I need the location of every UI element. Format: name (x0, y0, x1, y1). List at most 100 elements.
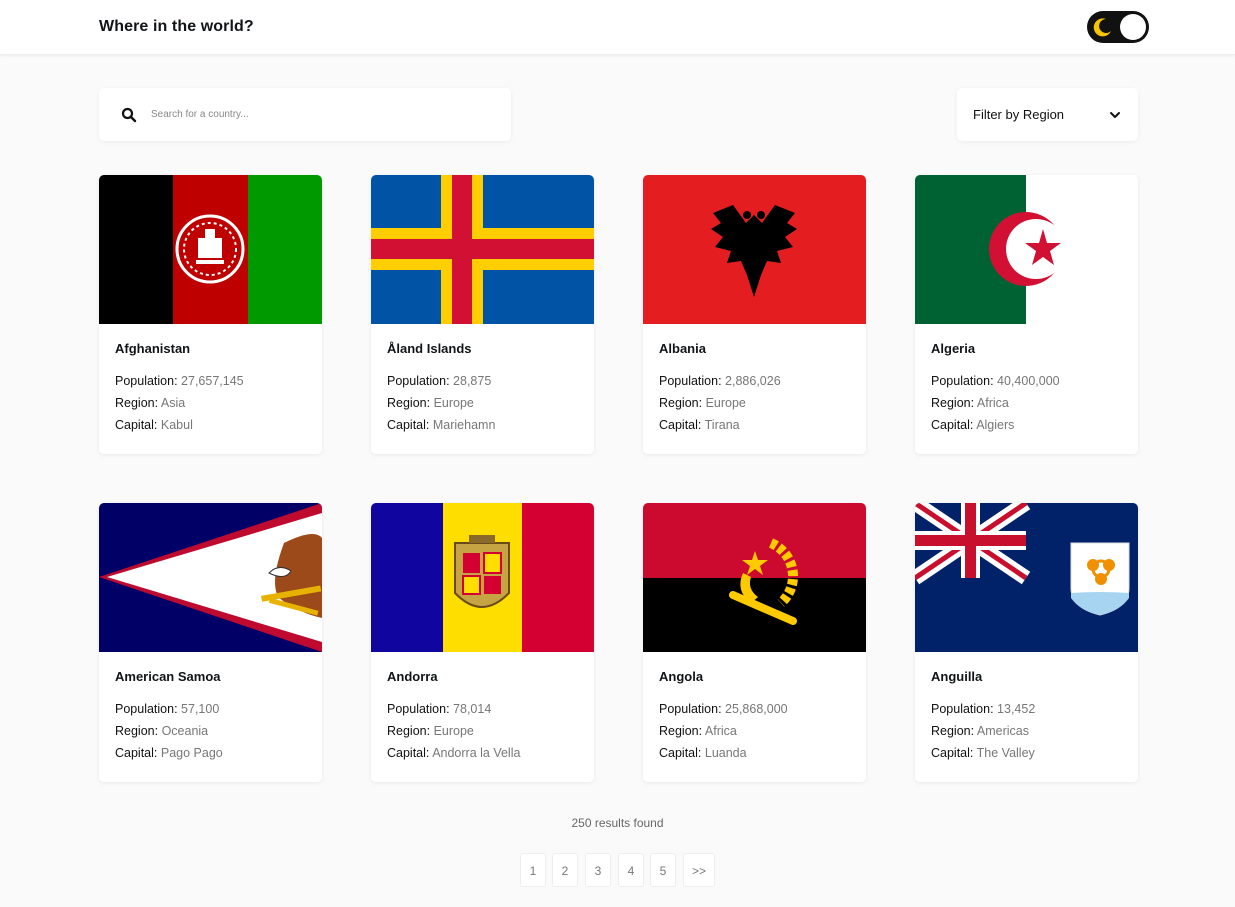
top-bar: Where in the world? (0, 0, 1235, 55)
capital-label: Capital: (931, 746, 974, 760)
capital-label: Capital: (387, 746, 430, 760)
capital-label: Capital: (387, 418, 430, 432)
capital-value: Tirana (704, 418, 740, 432)
region-line: Region: Oceania (115, 724, 208, 738)
country-card-andorra[interactable]: Andorra Population: 78,014 Region: Europ… (371, 503, 594, 782)
capital-value: Andorra la Vella (432, 746, 521, 760)
page-button-1[interactable]: 1 (520, 853, 546, 887)
capital-label: Capital: (115, 746, 158, 760)
capital-label: Capital: (659, 746, 702, 760)
capital-label: Capital: (115, 418, 158, 432)
country-name: Andorra (387, 669, 438, 684)
population-label: Population: (931, 374, 994, 388)
population-label: Population: (931, 702, 994, 716)
population-line: Population: 28,875 (387, 374, 491, 388)
capital-line: Capital: Algiers (931, 418, 1014, 432)
flag-image-algeria (915, 175, 1138, 324)
population-line: Population: 57,100 (115, 702, 219, 716)
search-box[interactable] (99, 88, 511, 141)
capital-line: Capital: Mariehamn (387, 418, 495, 432)
country-name: Angola (659, 669, 704, 684)
region-label: Region: (387, 396, 431, 410)
page-button-3[interactable]: 3 (585, 853, 611, 887)
capital-line: Capital: The Valley (931, 746, 1035, 760)
population-value: 40,400,000 (997, 374, 1060, 388)
region-line: Region: Africa (931, 396, 1009, 410)
region-label: Region: (659, 396, 703, 410)
region-value: Oceania (161, 724, 209, 738)
region-value: Asia (160, 396, 186, 410)
population-value: 27,657,145 (181, 374, 244, 388)
capital-value: Algiers (976, 418, 1015, 432)
flag-image-american-samoa (99, 503, 322, 652)
capital-line: Capital: Kabul (115, 418, 193, 432)
population-value: 13,452 (997, 702, 1036, 716)
search-icon (121, 107, 137, 123)
region-label: Region: (387, 724, 431, 738)
region-value: Europe (433, 396, 474, 410)
flag-american-samoa-icon (99, 503, 322, 652)
region-value: Africa (704, 724, 737, 738)
flag-image-aland-islands (371, 175, 594, 324)
country-card-albania[interactable]: Albania Population: 2,886,026 Region: Eu… (643, 175, 866, 454)
flag-image-angola (643, 503, 866, 652)
region-label: Region: (659, 724, 703, 738)
population-line: Population: 2,886,026 (659, 374, 781, 388)
region-label: Region: (115, 396, 159, 410)
flag-image-albania (643, 175, 866, 324)
country-card-afghanistan[interactable]: Afghanistan Population: 27,657,145 Regio… (99, 175, 322, 454)
capital-line: Capital: Luanda (659, 746, 747, 760)
country-name: Albania (659, 341, 706, 356)
flag-image-afghanistan (99, 175, 322, 324)
flag-andorra-icon (371, 503, 594, 652)
country-card-american-samoa[interactable]: American Samoa Population: 57,100 Region… (99, 503, 322, 782)
flag-algeria-icon (915, 175, 1138, 324)
population-value: 57,100 (181, 702, 220, 716)
population-line: Population: 27,657,145 (115, 374, 244, 388)
theme-toggle[interactable] (1087, 11, 1149, 43)
next-page-button[interactable]: >> (683, 853, 715, 887)
country-name: Anguilla (931, 669, 983, 684)
capital-value: The Valley (976, 746, 1035, 760)
population-value: 78,014 (453, 702, 492, 716)
page-button-2[interactable]: 2 (552, 853, 578, 887)
region-line: Region: Europe (387, 724, 474, 738)
population-line: Population: 13,452 (931, 702, 1035, 716)
country-name: Afghanistan (115, 341, 191, 356)
results-count: 250 results found (571, 816, 664, 830)
flag-image-anguilla (915, 503, 1138, 652)
region-label: Region: (931, 724, 975, 738)
region-value: Africa (976, 396, 1009, 410)
region-label: Region: (931, 396, 975, 410)
country-card-algeria[interactable]: Algeria Population: 40,400,000 Region: A… (915, 175, 1138, 454)
country-name: Algeria (931, 341, 976, 356)
capital-value: Mariehamn (432, 418, 496, 432)
population-label: Population: (659, 374, 722, 388)
region-label: Region: (115, 724, 159, 738)
region-value: Europe (433, 724, 474, 738)
app-title: Where in the world? (99, 18, 254, 35)
population-label: Population: (387, 702, 450, 716)
region-value: Americas (976, 724, 1029, 738)
page-button-4[interactable]: 4 (618, 853, 644, 887)
region-filter-label: Filter by Region (973, 107, 1065, 122)
country-card-angola[interactable]: Angola Population: 25,868,000 Region: Af… (643, 503, 866, 782)
flag-image-andorra (371, 503, 594, 652)
region-filter-dropdown[interactable]: Filter by Region (957, 88, 1138, 141)
population-value: 28,875 (453, 374, 492, 388)
capital-line: Capital: Andorra la Vella (387, 746, 520, 760)
region-line: Region: Europe (387, 396, 474, 410)
region-value: Europe (705, 396, 746, 410)
toggle-knob (1120, 14, 1146, 40)
flag-anguilla-icon (915, 503, 1138, 652)
page-button-5[interactable]: 5 (650, 853, 676, 887)
population-label: Population: (387, 374, 450, 388)
region-line: Region: Asia (115, 396, 185, 410)
population-label: Population: (115, 702, 178, 716)
capital-label: Capital: (931, 418, 974, 432)
country-card-anguilla[interactable]: Anguilla Population: 13,452 Region: Amer… (915, 503, 1138, 782)
capital-value: Luanda (704, 746, 747, 760)
search-input[interactable] (151, 102, 491, 127)
population-label: Population: (115, 374, 178, 388)
country-card-aland-islands[interactable]: Åland Islands Population: 28,875 Region:… (371, 175, 594, 454)
